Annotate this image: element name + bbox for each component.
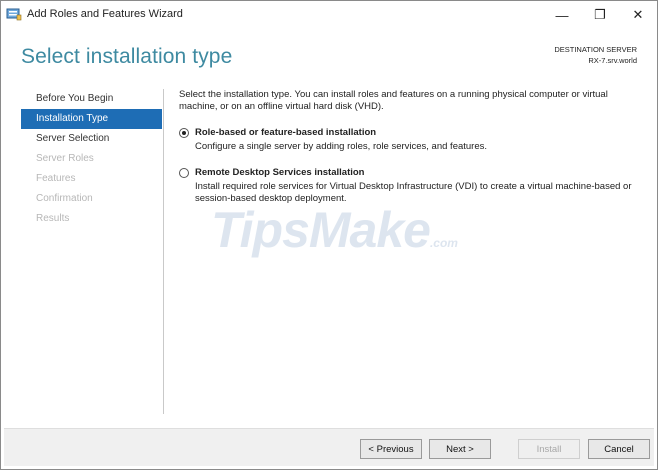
intro-text: Select the installation type. You can in… [179,89,608,112]
footer-divider [4,428,654,429]
role-based-radio[interactable] [179,128,189,138]
minimize-button[interactable]: — [545,1,579,29]
role-based-description: Configure a single server by adding role… [195,141,488,152]
cancel-button[interactable]: Cancel [588,439,650,459]
maximize-button[interactable]: ❐ [583,1,617,29]
nav-item-features: Features [36,173,76,184]
remote-desktop-radio[interactable] [179,168,189,178]
content-pane: Select the installation type. You can in… [179,89,639,204]
nav-item-server-roles: Server Roles [36,153,94,164]
next-button[interactable]: Next > [429,439,491,459]
destination-server-label: DESTINATION SERVER [554,45,637,54]
watermark-text: TipsMake [211,202,431,258]
wizard-nav: Before You Begin Installation Type Serve… [21,89,162,229]
nav-item-before-you-begin[interactable]: Before You Begin [21,89,162,109]
previous-button[interactable]: < Previous [360,439,422,459]
nav-item-server-selection[interactable]: Server Selection [21,129,162,149]
role-based-title[interactable]: Role-based or feature-based installation [195,127,376,138]
nav-item-confirmation: Confirmation [36,193,93,204]
nav-divider [163,89,164,414]
window-title: Add Roles and Features Wizard [27,8,183,20]
destination-server-name: RX-7.srv.world [588,56,637,65]
title-bar: Add Roles and Features Wizard — ❐ ✕ [1,1,657,29]
remote-desktop-title[interactable]: Remote Desktop Services installation [195,167,364,178]
watermark-suffix: .com [429,236,458,250]
page-title: Select installation type [21,45,233,68]
wizard-window: Add Roles and Features Wizard — ❐ ✕ Sele… [0,0,658,470]
footer-bar: < Previous Next > Install Cancel [4,428,654,466]
nav-item-installation-type[interactable]: Installation Type [21,109,162,129]
close-button[interactable]: ✕ [621,1,655,29]
nav-item-results: Results [36,213,70,224]
watermark: TipsMake.com [211,201,458,259]
server-manager-icon [6,8,22,21]
install-button: Install [518,439,580,459]
